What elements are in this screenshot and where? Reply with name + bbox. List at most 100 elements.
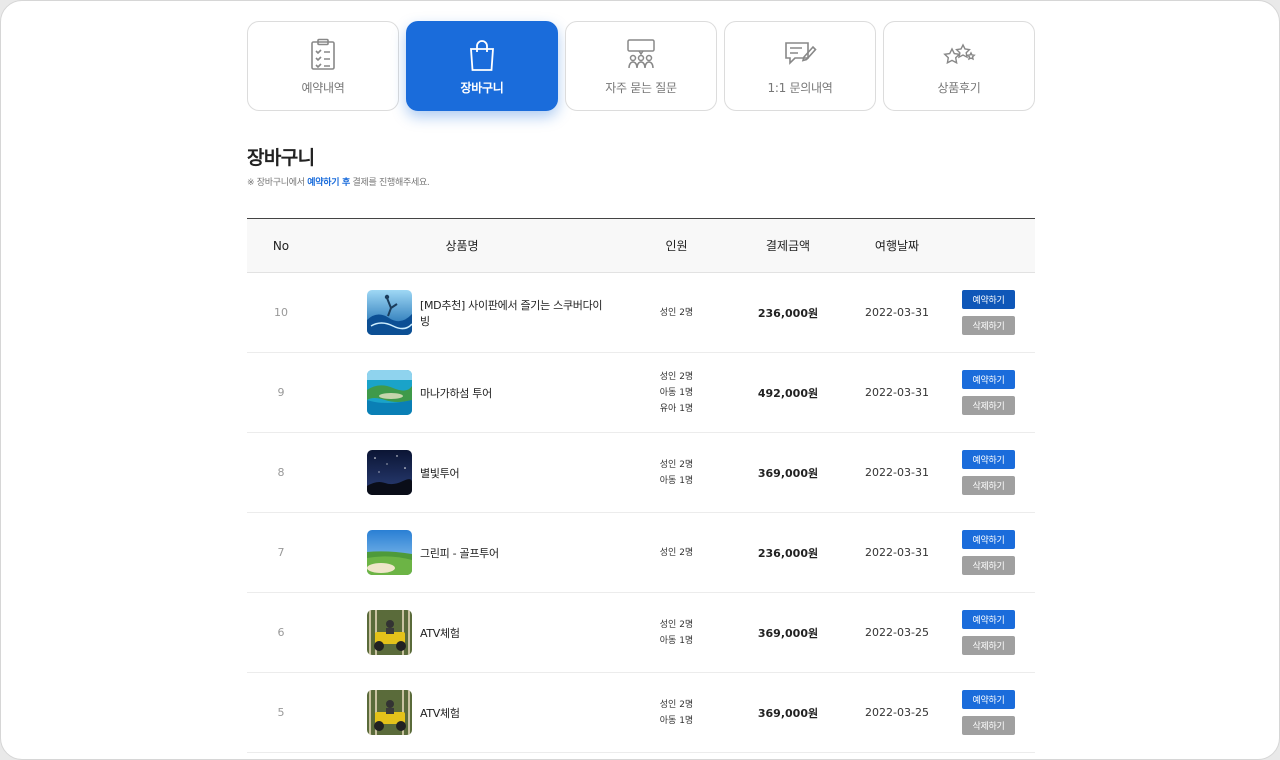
product-cell[interactable]: 그린피 - 골프투어 xyxy=(315,530,609,575)
product-name[interactable]: 그린피 - 골프투어 xyxy=(420,545,499,561)
header-amount: 결제금액 xyxy=(765,239,811,253)
amount-cell: 236,000원 xyxy=(757,306,819,320)
date-cell: 2022-03-31 xyxy=(865,466,929,479)
amount-cell: 492,000원 xyxy=(757,386,819,400)
header-no: No xyxy=(272,238,290,253)
header-people: 인원 xyxy=(665,239,688,253)
book-button[interactable]: 예약하기 xyxy=(962,610,1015,629)
people-line: 성인 2명 xyxy=(659,547,694,558)
row-no: 7 xyxy=(277,546,285,559)
product-name[interactable]: ATV체험 xyxy=(420,705,460,721)
product-thumbnail[interactable] xyxy=(367,530,412,575)
product-thumbnail[interactable] xyxy=(367,450,412,495)
stars-icon xyxy=(943,42,976,64)
header-product: 상품명 xyxy=(445,239,479,253)
product-cell[interactable]: ATV체험 xyxy=(315,610,609,655)
product-cell[interactable]: [MD추천] 사이판에서 즐기는 스쿠버다이빙 xyxy=(315,290,609,335)
tab-reviews[interactable]: 상품후기 xyxy=(883,21,1035,111)
people-line: 아동 1명 xyxy=(659,715,694,726)
product-cell[interactable]: 별빛투어 xyxy=(315,450,609,495)
delete-button[interactable]: 삭제하기 xyxy=(962,396,1015,415)
people-line: 성인 2명 xyxy=(659,699,694,710)
product-thumbnail[interactable] xyxy=(367,370,412,415)
delete-button[interactable]: 삭제하기 xyxy=(962,316,1015,335)
people-line: 성인 2명 xyxy=(659,459,694,470)
actions-cell: 예약하기 삭제하기 xyxy=(962,290,1035,335)
cart-table: No 상품명 인원 결제금액 여행날짜 10 [MD추천] 사이판에서 즐기는 … xyxy=(247,218,1035,753)
notice-text: 결제를 진행해주세요. xyxy=(349,178,430,188)
row-no: 5 xyxy=(277,706,285,719)
people-line: 성인 2명 xyxy=(659,307,694,318)
date-cell: 2022-03-25 xyxy=(865,626,929,639)
book-button[interactable]: 예약하기 xyxy=(962,530,1015,549)
delete-button[interactable]: 삭제하기 xyxy=(962,556,1015,575)
tab-cart[interactable]: 장바구니 xyxy=(406,21,558,111)
product-thumbnail[interactable] xyxy=(367,690,412,735)
book-button[interactable]: 예약하기 xyxy=(962,450,1015,469)
amount-cell: 369,000원 xyxy=(757,706,819,720)
actions-cell: 예약하기 삭제하기 xyxy=(962,530,1035,575)
table-header: No 상품명 인원 결제금액 여행날짜 xyxy=(247,219,1035,273)
product-thumbnail[interactable] xyxy=(367,610,412,655)
people-cell: 성인 2명 아동 1명 xyxy=(609,697,744,729)
tab-label: 장바구니 xyxy=(460,80,504,95)
product-name[interactable]: ATV체험 xyxy=(420,625,460,641)
product-cell[interactable]: ATV체험 xyxy=(315,690,609,735)
tab-label: 예약내역 xyxy=(301,80,345,95)
notice-text: ※ 장바구니에서 xyxy=(247,178,308,188)
group-speech-icon xyxy=(627,38,655,68)
people-cell: 성인 2명 xyxy=(609,545,744,561)
date-cell: 2022-03-31 xyxy=(865,546,929,559)
actions-cell: 예약하기 삭제하기 xyxy=(962,370,1035,415)
clipboard-checklist-icon xyxy=(311,38,335,70)
tab-label: 상품후기 xyxy=(937,80,981,95)
tab-inquiry[interactable]: 1:1 문의내역 xyxy=(724,21,876,111)
notice-highlight: 예약하기 후 xyxy=(307,178,350,188)
people-cell: 성인 2명 아동 1명 xyxy=(609,617,744,649)
date-cell: 2022-03-31 xyxy=(865,386,929,399)
table-row: 5 ATV체험 성인 2명 아동 1명 369,000원 2022-03-25 … xyxy=(247,673,1035,753)
people-cell: 성인 2명 xyxy=(609,305,744,321)
product-name[interactable]: 마나가하섬 투어 xyxy=(420,385,492,401)
delete-button[interactable]: 삭제하기 xyxy=(962,636,1015,655)
people-line: 아동 1명 xyxy=(659,635,694,646)
table-row: 8 별빛투어 성인 2명 아동 1명 369,000원 2022-03-31 예… xyxy=(247,433,1035,513)
app-window: 예약내역 장바구니 자주 묻는 질문 1:1 문의내역 상품후기 장바구니 ※ … xyxy=(0,0,1280,760)
product-thumbnail[interactable] xyxy=(367,290,412,335)
people-line: 성인 2명 xyxy=(659,371,694,382)
row-no: 6 xyxy=(277,626,285,639)
people-line: 성인 2명 xyxy=(659,619,694,630)
people-cell: 성인 2명 아동 1명 유아 1명 xyxy=(609,369,744,417)
book-button[interactable]: 예약하기 xyxy=(962,290,1015,309)
row-no: 8 xyxy=(277,466,285,479)
table-row: 10 [MD추천] 사이판에서 즐기는 스쿠버다이빙 성인 2명 236,000… xyxy=(247,273,1035,353)
date-cell: 2022-03-25 xyxy=(865,706,929,719)
header-date: 여행날짜 xyxy=(874,239,920,253)
book-button[interactable]: 예약하기 xyxy=(962,370,1015,389)
table-row: 7 그린피 - 골프투어 성인 2명 236,000원 2022-03-31 예… xyxy=(247,513,1035,593)
chat-edit-icon xyxy=(785,41,817,65)
book-button[interactable]: 예약하기 xyxy=(962,690,1015,709)
amount-cell: 369,000원 xyxy=(757,466,819,480)
date-cell: 2022-03-31 xyxy=(865,306,929,319)
product-name[interactable]: [MD추천] 사이판에서 즐기는 스쿠버다이빙 xyxy=(420,297,609,329)
shopping-bag-icon xyxy=(470,39,494,71)
people-line: 아동 1명 xyxy=(659,475,694,486)
product-cell[interactable]: 마나가하섬 투어 xyxy=(315,370,609,415)
actions-cell: 예약하기 삭제하기 xyxy=(962,450,1035,495)
product-name[interactable]: 별빛투어 xyxy=(420,465,460,481)
mypage-tabs: 예약내역 장바구니 자주 묻는 질문 1:1 문의내역 상품후기 xyxy=(247,21,1035,113)
cart-notice: ※ 장바구니에서 예약하기 후 결제를 진행해주세요. xyxy=(247,175,430,188)
delete-button[interactable]: 삭제하기 xyxy=(962,476,1015,495)
tab-faq[interactable]: 자주 묻는 질문 xyxy=(565,21,717,111)
people-line: 유아 1명 xyxy=(659,403,694,414)
page-title: 장바구니 xyxy=(247,147,315,169)
actions-cell: 예약하기 삭제하기 xyxy=(962,690,1035,735)
amount-cell: 236,000원 xyxy=(757,546,819,560)
tab-reservations[interactable]: 예약내역 xyxy=(247,21,399,111)
tab-label: 1:1 문의내역 xyxy=(767,80,833,95)
table-row: 6 ATV체험 성인 2명 아동 1명 369,000원 2022-03-25 … xyxy=(247,593,1035,673)
amount-cell: 369,000원 xyxy=(757,626,819,640)
table-row: 9 마나가하섬 투어 성인 2명 아동 1명 유아 1명 492,000원 20… xyxy=(247,353,1035,433)
delete-button[interactable]: 삭제하기 xyxy=(962,716,1015,735)
